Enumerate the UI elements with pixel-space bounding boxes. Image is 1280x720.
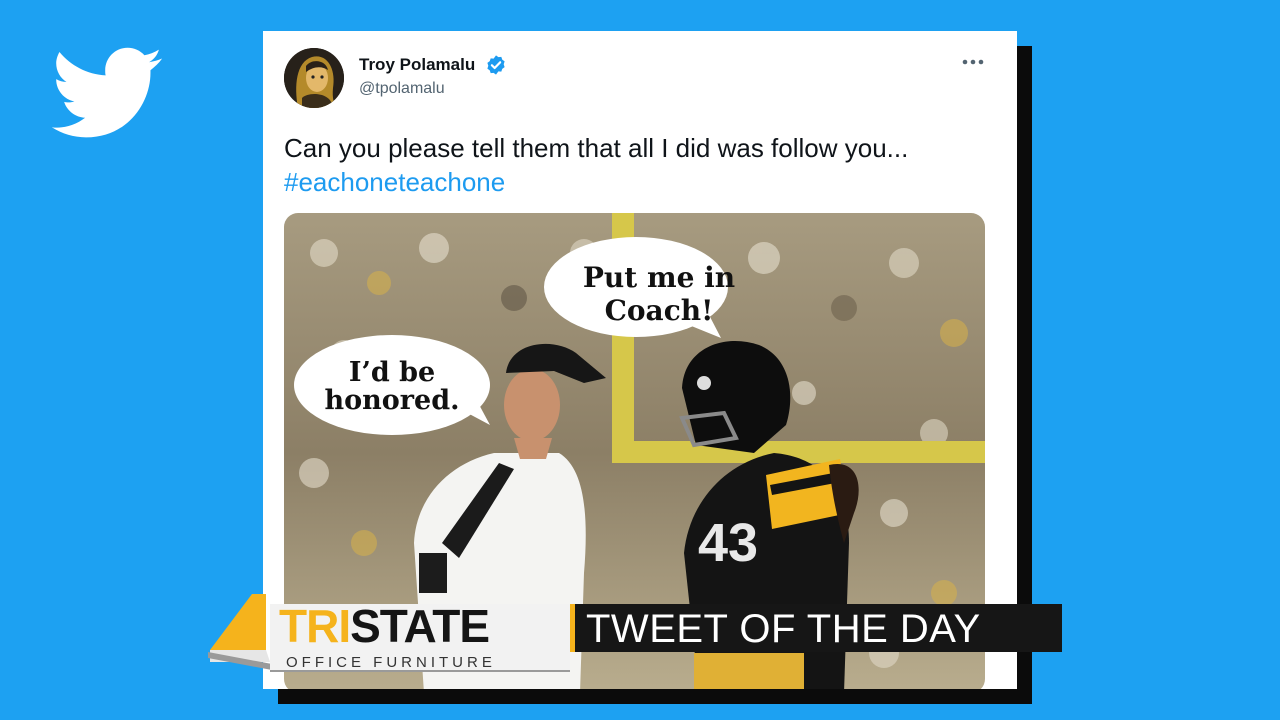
verified-badge-icon [487,55,505,75]
more-options-icon[interactable] [961,55,985,69]
avatar[interactable] [284,48,344,108]
speech-bubble-coach: Put me in Coach! [582,261,736,327]
hashtag-link[interactable]: #eachoneteachone [284,167,505,197]
tweet-body-text: Can you please tell them that all I did … [284,133,909,163]
speech-bubble-player: I’d be honored. [324,357,460,416]
svg-text:43: 43 [698,513,758,573]
tweet-image[interactable]: 43 Put me in Coach! I’d be honored. [284,213,985,689]
tweet-card[interactable]: Troy Polamalu @tpolamalu Can you please … [263,31,1017,689]
author-name[interactable]: Troy Polamalu [359,55,475,75]
author-handle[interactable]: @tpolamalu [359,80,445,98]
twitter-bird-icon [52,47,163,138]
tweet-text: Can you please tell them that all I did … [284,131,994,199]
